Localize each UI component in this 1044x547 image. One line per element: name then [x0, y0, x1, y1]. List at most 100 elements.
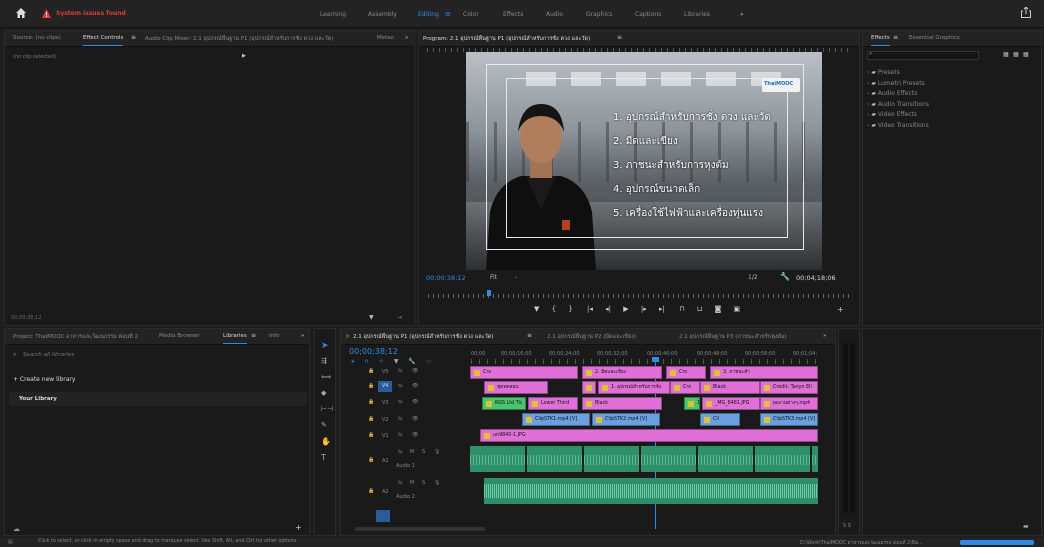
add-marker-icon[interactable]: ▼	[534, 305, 539, 313]
timeline-menu-icon[interactable]: ≡	[527, 332, 532, 339]
sync-icon[interactable]: ⇆	[398, 399, 402, 405]
clip[interactable]: _MG_8481.JPG	[702, 397, 760, 410]
zoom-chevron-icon[interactable]: ⌄	[514, 274, 518, 280]
panel-icon[interactable]: ▬	[1023, 523, 1029, 530]
sync-icon[interactable]: ⇆	[398, 368, 402, 374]
tab-effect-controls[interactable]: Effect Controls	[83, 35, 124, 46]
lock-icon[interactable]: 🔒	[368, 416, 374, 422]
libraries-more-icon[interactable]: »	[301, 333, 304, 339]
effects-search-input[interactable]	[867, 51, 979, 60]
razor-icon[interactable]: ◆	[321, 389, 326, 397]
clip[interactable]: ClipSTK1.mp4 [V]	[522, 413, 590, 426]
sync-icon[interactable]: ⇆	[398, 383, 402, 389]
extract-icon[interactable]: ⊔	[697, 305, 702, 313]
clip[interactable]: Cro	[670, 381, 700, 394]
accelerated-icon[interactable]: ▦	[1013, 51, 1019, 58]
program-video-frame[interactable]: ThaiMOOC 1. อุปกรณ์สำหรับการชั่ง ตวง และ…	[466, 52, 822, 270]
playhead-handle[interactable]	[652, 357, 659, 362]
timeline-timecode[interactable]: 00;00;38;12	[349, 347, 398, 356]
solo-icon[interactable]: S	[422, 449, 425, 455]
eye-icon[interactable]: 👁	[412, 368, 418, 374]
clip[interactable]: Cro	[582, 381, 596, 394]
program-scrubber[interactable]	[428, 294, 850, 298]
warning-icon[interactable]	[42, 9, 51, 18]
clip[interactable]: Lower Third	[528, 397, 578, 410]
hand-icon[interactable]: ✋	[321, 437, 331, 446]
expand-arrow-icon[interactable]: ▶	[242, 53, 246, 59]
add-button-icon[interactable]: +	[837, 305, 844, 314]
libraries-menu-icon[interactable]: ≡	[251, 332, 256, 339]
ripple-edit-icon[interactable]: ⟺	[321, 373, 331, 381]
clip[interactable]: Credit: Tanyn Eli	[760, 381, 818, 394]
mark-in-icon[interactable]: {	[552, 305, 556, 313]
sync-icon[interactable]: ⇆	[398, 449, 402, 455]
tab-media-browser[interactable]: Media Browser	[159, 333, 200, 339]
step-forward-icon[interactable]: |▸	[641, 305, 647, 313]
marker-icon[interactable]: ▼	[394, 358, 399, 365]
libraries-search-input[interactable]: Search all libraries	[23, 352, 74, 358]
clip[interactable]: 3. ภาชนะสำ	[710, 366, 818, 379]
clip[interactable]: ClipSTK3.mp4 [V]	[760, 413, 818, 426]
solo-meter-icon[interactable]: S S	[843, 523, 851, 529]
clip[interactable]: ClipSTK2.mp4 [V]	[592, 413, 660, 426]
mute-icon[interactable]: M	[410, 449, 414, 455]
timeline-scrollbar[interactable]	[355, 527, 485, 531]
type-icon[interactable]: T	[321, 453, 326, 462]
sync-icon[interactable]: ⇆	[398, 416, 402, 422]
clip[interactable]: Black	[582, 397, 662, 410]
cloud-icon[interactable]: ☁	[13, 525, 20, 533]
effects-menu-icon[interactable]: ≡	[893, 34, 898, 41]
compare-icon[interactable]: ▣	[734, 305, 741, 313]
workspace-more[interactable]: »	[740, 11, 744, 18]
workspace-menu-icon[interactable]: ≡	[445, 10, 451, 18]
list-item[interactable]: › ▰ Presets	[867, 69, 1037, 80]
settings-icon[interactable]: 🔧	[408, 358, 415, 365]
workspace-graphics[interactable]: Graphics	[586, 11, 613, 18]
linked-icon[interactable]: ✧	[379, 358, 384, 365]
workspace-captions[interactable]: Captions	[635, 11, 661, 18]
clip[interactable]: Cro	[470, 366, 578, 379]
sync-icon[interactable]: ⇆	[398, 432, 402, 438]
list-item[interactable]: › ▰ Audio Transitions	[867, 101, 1037, 112]
eye-icon[interactable]: 👁	[412, 432, 418, 438]
lock-icon[interactable]: 🔒	[368, 432, 374, 438]
tab-project[interactable]: Project: ThaiMOOC อาหารและวัฒนธรรม ตอนที…	[13, 333, 143, 341]
clip[interactable]: Cro	[666, 366, 706, 379]
tab-metadata[interactable]: Metao	[377, 35, 394, 41]
mark-out-icon[interactable]: }	[568, 305, 572, 313]
eye-icon[interactable]: 👁	[412, 399, 418, 405]
playhead-marker[interactable]	[487, 290, 491, 296]
workspace-effects[interactable]: Effects	[503, 11, 523, 18]
new-bin-icon[interactable]: ▦	[1003, 51, 1009, 58]
lift-icon[interactable]: ⊓	[679, 305, 684, 313]
clip[interactable]: 1. อุปกรณ์สำหรับการชั่ง	[598, 381, 670, 394]
clip[interactable]: 2. มีดและเขียง	[582, 366, 662, 379]
workspace-color[interactable]: Color	[463, 11, 479, 18]
workspace-assembly[interactable]: Assembly	[368, 11, 397, 18]
pen-icon[interactable]: ✎	[321, 421, 327, 429]
zoom-select[interactable]: Fit	[490, 274, 497, 281]
nest-icon[interactable]: ⚹	[351, 358, 355, 365]
share-icon[interactable]	[1021, 6, 1031, 18]
workspace-learning[interactable]: Learning	[320, 11, 346, 18]
workspace-editing[interactable]: Editing	[418, 11, 439, 18]
tab-essential-graphics[interactable]: Essential Graphics	[909, 35, 960, 41]
lock-icon[interactable]: 🔒	[368, 488, 374, 494]
add-icon[interactable]: +	[295, 523, 302, 532]
go-to-in-icon[interactable]: |◂	[587, 305, 593, 313]
create-library-button[interactable]: + Create new library	[13, 376, 75, 383]
tab-timeline-p1[interactable]: 2.1 อุปกรณ์พื้นฐาน P1 (อุปกรณ์สำหรับการช…	[353, 333, 523, 341]
panel-menu-icon[interactable]: ≡	[131, 34, 136, 41]
filter-icon[interactable]: ▼	[369, 314, 374, 321]
sync-icon[interactable]: ⇆	[398, 480, 402, 486]
mute-icon[interactable]: M	[410, 480, 414, 486]
clip[interactable]: un9840-1.JPG	[480, 429, 818, 442]
master-track-indicator[interactable]	[376, 510, 390, 522]
workspace-audio[interactable]: Audio	[546, 11, 563, 18]
list-item[interactable]: › ▰ Lumetri Presets	[867, 80, 1037, 91]
export-frame-icon[interactable]: ◙	[715, 305, 722, 313]
workspace-libraries[interactable]: Libraries	[684, 11, 710, 18]
ruler-bar[interactable]	[471, 359, 819, 364]
mic-icon[interactable]: 🎙	[434, 449, 440, 455]
list-item[interactable]: › ▰ Video Transitions	[867, 122, 1037, 133]
